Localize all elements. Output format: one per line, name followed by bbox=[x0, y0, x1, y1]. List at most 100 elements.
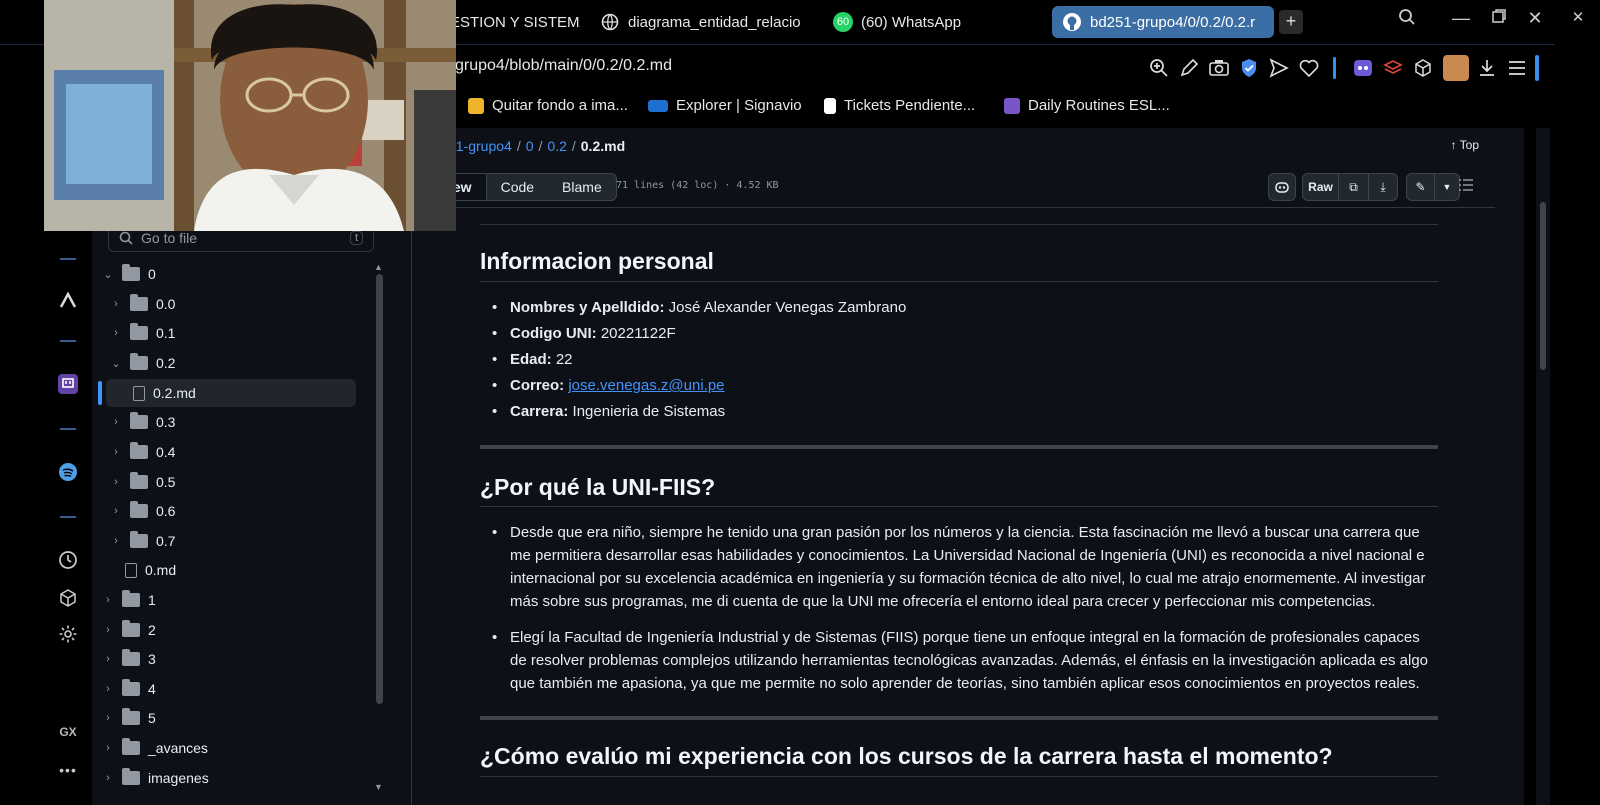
tree-item-0-7[interactable]: › 0.7 bbox=[100, 527, 364, 555]
remove-bg-icon bbox=[468, 97, 484, 114]
tree-item-0-5[interactable]: › 0.5 bbox=[100, 468, 364, 496]
info-value: 22 bbox=[551, 351, 573, 368]
tree-item-label: 0.2.md bbox=[153, 385, 196, 401]
extension-layers-icon[interactable] bbox=[1382, 57, 1404, 79]
heading-underline bbox=[480, 281, 1438, 282]
tree-item-0-md[interactable]: 0.md bbox=[100, 556, 364, 584]
email-link[interactable]: jose.venegas.z@uni.pe bbox=[568, 377, 724, 394]
blame-tab[interactable]: Blame bbox=[548, 174, 616, 200]
close-window-icon[interactable]: ✕ bbox=[1522, 8, 1548, 29]
breadcrumb-repo-link[interactable]: 51-grupo4 bbox=[448, 138, 512, 154]
bookmark-signavio[interactable]: Explorer | Signavio bbox=[648, 97, 802, 114]
breadcrumb-subdir-link[interactable]: 0.2 bbox=[547, 138, 566, 154]
new-tab-button[interactable]: + bbox=[1279, 10, 1303, 34]
tree-item-0-0[interactable]: › 0.0 bbox=[100, 290, 364, 318]
bookmark-tickets[interactable]: Tickets Pendiente... bbox=[824, 97, 975, 114]
info-item: Codigo UNI: 20221122F bbox=[492, 322, 676, 345]
browser-sidebar: GX ••• bbox=[44, 228, 92, 805]
breadcrumb: 51-grupo4 / 0 / 0.2 / 0.2.md bbox=[412, 128, 1524, 164]
tab-gestion[interactable]: ESTION Y SISTEMA bbox=[440, 6, 580, 38]
tab-label: diagrama_entidad_relacio bbox=[628, 13, 800, 31]
tree-item-0-6[interactable]: › 0.6 bbox=[100, 497, 364, 525]
more-options-icon[interactable]: ••• bbox=[54, 756, 82, 784]
tree-item-label: 1 bbox=[148, 592, 156, 608]
pencil-icon[interactable]: ✎ bbox=[1407, 174, 1435, 200]
close-sidebar-icon[interactable]: ✕ bbox=[1565, 8, 1591, 26]
tab-github-active[interactable]: bd251-grupo4/0/0.2/0.2.r bbox=[1052, 6, 1274, 38]
heart-icon[interactable] bbox=[1298, 57, 1320, 79]
page-scrollbar[interactable] bbox=[1536, 128, 1550, 805]
shortcut-hint: t bbox=[349, 231, 363, 245]
tree-item-label: 4 bbox=[148, 681, 156, 697]
scrollbar-thumb[interactable] bbox=[376, 274, 383, 704]
scrollbar-thumb[interactable] bbox=[1540, 202, 1546, 370]
search-tabs-icon[interactable] bbox=[1394, 8, 1420, 31]
webcam-video bbox=[44, 0, 456, 231]
tree-item-0-3[interactable]: › 0.3 bbox=[100, 408, 364, 436]
tree-item-4[interactable]: › 4 bbox=[100, 675, 364, 703]
settings-gear-icon[interactable] bbox=[54, 620, 82, 648]
horizontal-rule bbox=[480, 716, 1438, 720]
breadcrumb-separator: / bbox=[571, 138, 576, 154]
tree-item-3[interactable]: › 3 bbox=[100, 645, 364, 673]
gx-logo[interactable]: GX bbox=[54, 718, 82, 746]
spotify-icon[interactable] bbox=[54, 458, 82, 486]
outline-list-icon[interactable] bbox=[1458, 178, 1474, 197]
twitch-icon[interactable] bbox=[54, 370, 82, 398]
back-to-top-link[interactable]: ↑ Top bbox=[1451, 138, 1479, 152]
extensions-cube-icon[interactable] bbox=[54, 584, 82, 612]
code-tab[interactable]: Code bbox=[487, 174, 548, 200]
menu-icon[interactable] bbox=[1506, 57, 1528, 79]
chevron-down-icon[interactable]: ▼ bbox=[1435, 174, 1459, 200]
info-key: Correo: bbox=[510, 377, 565, 394]
tab-whatsapp[interactable]: 60 (60) WhatsApp bbox=[823, 6, 983, 38]
edit-group: ✎ ▼ bbox=[1406, 173, 1460, 201]
tree-item-0-2-md[interactable]: 0.2.md bbox=[106, 379, 356, 407]
profile-avatar[interactable] bbox=[1443, 55, 1469, 81]
tab-diagrama[interactable]: diagrama_entidad_relacio bbox=[590, 6, 800, 38]
tree-item-avances[interactable]: › _avances bbox=[100, 734, 364, 762]
tree-item-imagenes[interactable]: › imagenes bbox=[100, 764, 364, 792]
tree-item-0-1[interactable]: › 0.1 bbox=[100, 319, 364, 347]
extension-purple-icon[interactable] bbox=[1352, 57, 1374, 79]
tree-item-1[interactable]: › 1 bbox=[100, 586, 364, 614]
bookmark-label: Daily Routines ESL... bbox=[1028, 97, 1170, 114]
copilot-icon[interactable] bbox=[1268, 173, 1296, 201]
maximize-icon[interactable] bbox=[1486, 8, 1512, 29]
folder-icon bbox=[122, 708, 140, 725]
tree-item-label: 0.5 bbox=[156, 474, 176, 490]
info-key: Nombres y Apelldido: bbox=[510, 299, 665, 316]
send-icon[interactable] bbox=[1268, 57, 1290, 79]
tree-item-0-4[interactable]: › 0.4 bbox=[100, 438, 364, 466]
tree-item-2[interactable]: › 2 bbox=[100, 616, 364, 644]
scroll-down-icon[interactable]: ▼ bbox=[374, 782, 383, 792]
purple-square-icon bbox=[1004, 97, 1020, 114]
breadcrumb-dir-link[interactable]: 0 bbox=[526, 138, 534, 154]
scroll-up-icon[interactable]: ▲ bbox=[374, 262, 383, 272]
minimize-icon[interactable]: — bbox=[1448, 8, 1474, 29]
bookmark-quitar-fondo[interactable]: Quitar fondo a ima... bbox=[468, 97, 628, 114]
arc-logo-icon[interactable] bbox=[54, 286, 82, 314]
folder-icon bbox=[130, 472, 148, 489]
camera-icon[interactable] bbox=[1208, 57, 1230, 79]
chevron-right-icon: › bbox=[114, 535, 118, 547]
tree-item-0[interactable]: ⌄ 0 bbox=[100, 260, 364, 288]
cube-icon[interactable] bbox=[1412, 57, 1434, 79]
file-tree-scrollbar[interactable]: ▲ ▼ bbox=[373, 262, 385, 792]
tree-item-label: _avances bbox=[148, 740, 208, 756]
verified-shield-icon[interactable] bbox=[1238, 57, 1260, 79]
bookmark-daily-routines[interactable]: Daily Routines ESL... bbox=[1004, 97, 1170, 114]
history-clock-icon[interactable] bbox=[54, 546, 82, 574]
sidebar-divider bbox=[60, 516, 76, 518]
url-field[interactable]: grupo4/blob/main/0/0.2/0.2.md bbox=[455, 57, 672, 75]
sidebar-toggle[interactable] bbox=[1535, 55, 1539, 81]
download-icon[interactable] bbox=[1476, 57, 1498, 79]
download-raw-icon[interactable]: ⤓ bbox=[1369, 174, 1397, 200]
tree-item-5[interactable]: › 5 bbox=[100, 704, 364, 732]
raw-button[interactable]: Raw bbox=[1303, 174, 1339, 200]
copy-icon[interactable]: ⧉ bbox=[1339, 174, 1369, 200]
edit-page-icon[interactable] bbox=[1178, 57, 1200, 79]
tree-item-0-2[interactable]: ⌄ 0.2 bbox=[100, 349, 364, 377]
folder-icon bbox=[122, 738, 140, 755]
zoom-icon[interactable] bbox=[1148, 57, 1170, 79]
